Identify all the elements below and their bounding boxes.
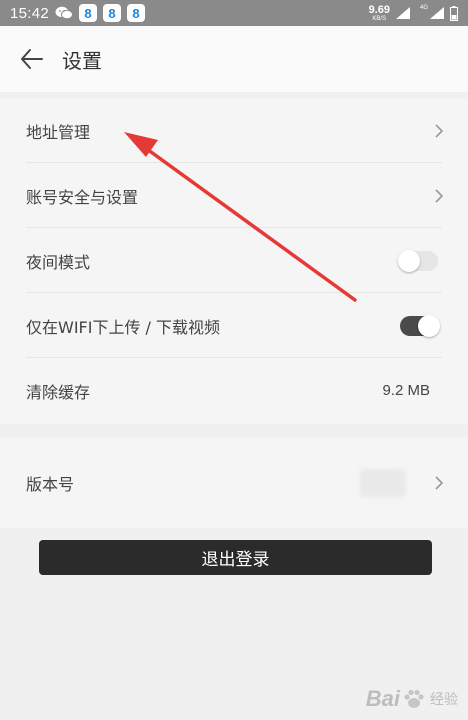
- wifi-only-label: 仅在WIFI下上传 / 下载视频: [26, 317, 221, 337]
- wifi-signal-icon: [395, 7, 410, 19]
- version-section: 版本号: [0, 438, 468, 528]
- address-management-label: 地址管理: [26, 122, 91, 142]
- watermark-text: Bai: [365, 686, 400, 711]
- chevron-right-icon: [435, 475, 444, 490]
- network-speed-unit: KB/S: [372, 15, 387, 22]
- logout-button[interactable]: 退出登录: [39, 540, 432, 575]
- status-bar-left: 15:42 8 8 8: [10, 4, 146, 22]
- status-bar-right: 9.69 KB/S 4G: [368, 3, 458, 22]
- back-arrow-icon[interactable]: [20, 48, 44, 70]
- clear-cache-label: 清除缓存: [26, 382, 91, 402]
- network-speed: 9.69 KB/S: [368, 3, 390, 22]
- night-mode-label: 夜间模式: [26, 252, 91, 272]
- wifi-only-row: 仅在WIFI下上传 / 下载视频: [0, 293, 468, 358]
- paw-icon: [404, 689, 424, 708]
- app-header: 设置: [0, 26, 468, 92]
- night-mode-toggle[interactable]: [398, 249, 438, 272]
- watermark-cn-text: 经验: [430, 691, 458, 707]
- baidu-watermark: Bai 经验: [366, 686, 458, 712]
- network-type: 4G: [419, 5, 428, 11]
- app-badge-icon: 8: [103, 4, 122, 22]
- chevron-right-icon: [435, 123, 444, 138]
- version-row[interactable]: 版本号: [0, 450, 468, 515]
- battery-icon: [450, 5, 458, 21]
- network-speed-value: 9.69: [368, 3, 390, 16]
- cell-signal-icon: [430, 7, 444, 19]
- status-time: 15:42: [10, 4, 50, 22]
- address-management-row[interactable]: 地址管理: [0, 98, 468, 163]
- app-badge-icon: 8: [127, 4, 146, 22]
- chevron-right-icon: [435, 188, 444, 203]
- account-security-row[interactable]: 账号安全与设置: [0, 163, 468, 228]
- night-mode-row: 夜间模式: [0, 228, 468, 293]
- wechat-icon: [55, 6, 74, 20]
- cache-size-value: 9.2 MB: [382, 382, 430, 399]
- version-value-blurred: [360, 468, 406, 497]
- status-bar: 15:42 8 8 8 9.69 KB/S 4G: [0, 0, 468, 26]
- toggle-knob: [418, 314, 440, 337]
- wifi-only-toggle[interactable]: [400, 314, 440, 337]
- app-badge-icon: 8: [79, 4, 98, 22]
- account-security-label: 账号安全与设置: [26, 187, 139, 207]
- clear-cache-row[interactable]: 清除缓存 9.2 MB: [0, 358, 468, 423]
- settings-list: 地址管理 账号安全与设置 夜间模式 仅在WIFI下上传 / 下载视频 清除缓存 …: [0, 98, 468, 424]
- page-title: 设置: [62, 49, 102, 73]
- toggle-knob: [398, 249, 420, 272]
- version-label: 版本号: [26, 474, 75, 494]
